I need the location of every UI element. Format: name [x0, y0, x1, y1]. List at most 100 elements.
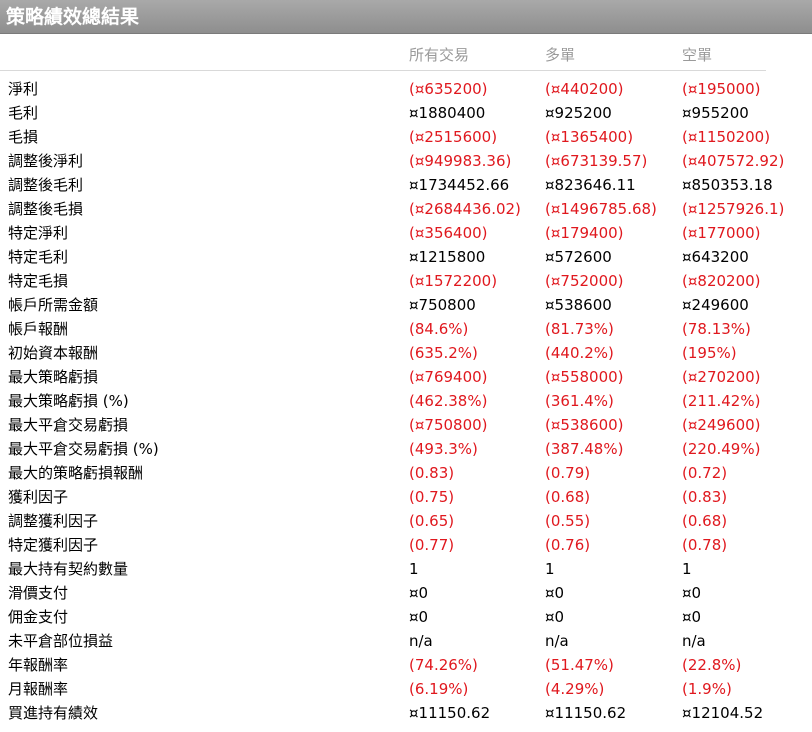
report-title: 策略績效總結果: [0, 0, 812, 34]
row-value: (0.83): [409, 464, 455, 482]
row-value: (493.3%): [409, 440, 478, 458]
row-value: (1.9%): [682, 680, 732, 698]
column-header-all-trades: 所有交易: [409, 46, 470, 64]
row-value: (¤635200): [409, 80, 488, 98]
row-label: 獲利因子: [8, 488, 69, 506]
row-value: (¤752000): [545, 272, 624, 290]
table-row: 最大策略虧損 (¤769400) (¤558000) (¤270200): [0, 365, 812, 389]
row-label: 未平倉部位損益: [8, 632, 114, 650]
row-value: (¤195000): [682, 80, 761, 98]
row-value: (0.78): [682, 536, 728, 554]
row-label: 特定獲利因子: [8, 536, 99, 554]
row-value: (6.19%): [409, 680, 469, 698]
row-value: (0.68): [682, 512, 728, 530]
row-label: 初始資本報酬: [8, 344, 99, 362]
row-label: 特定毛損: [8, 272, 69, 290]
row-value: (0.55): [545, 512, 591, 530]
row-label: 最大的策略虧損報酬: [8, 464, 144, 482]
row-label: 毛利: [8, 104, 39, 122]
row-label: 最大平倉交易虧損: [8, 416, 129, 434]
row-value: (81.73%): [545, 320, 614, 338]
row-label: 月報酬率: [8, 680, 69, 698]
row-value: (195%): [682, 344, 737, 362]
row-value: (¤270200): [682, 368, 761, 386]
row-value: (¤356400): [409, 224, 488, 242]
row-value: (¤1150200): [682, 128, 771, 146]
row-value: (¤1365400): [545, 128, 634, 146]
row-label: 最大策略虧損 (%): [8, 392, 129, 410]
row-label: 調整後毛利: [8, 176, 84, 194]
performance-summary-table: 所有交易 多單 空單 淨利 (¤635200) (¤440200) (¤195000)…: [0, 34, 812, 725]
row-value: ¤925200: [545, 104, 612, 122]
row-value: ¤0: [545, 584, 565, 602]
row-value: ¤11150.62: [409, 704, 491, 722]
row-value: (51.47%): [545, 656, 614, 674]
table-row: 調整後毛利 ¤1734452.66 ¤823646.11 ¤850353.18: [0, 173, 812, 197]
row-value: (¤177000): [682, 224, 761, 242]
row-label: 淨利: [8, 80, 39, 98]
row-value: (¤769400): [409, 368, 488, 386]
row-value: (¤179400): [545, 224, 624, 242]
row-value: (¤2684436.02): [409, 200, 521, 218]
row-label: 特定毛利: [8, 248, 69, 266]
table-row: 特定毛利 ¤1215800 ¤572600 ¤643200: [0, 245, 812, 269]
row-value: 1: [682, 560, 692, 578]
row-value: (0.76): [545, 536, 591, 554]
row-value: (¤407572.92): [682, 152, 785, 170]
row-label: 特定淨利: [8, 224, 69, 242]
row-value: (¤949983.36): [409, 152, 512, 170]
table-row: 未平倉部位損益 n/a n/a n/a: [0, 629, 812, 653]
table-row: 調整後淨利 (¤949983.36) (¤673139.57) (¤407572.92…: [0, 149, 812, 173]
table-header: 所有交易 多單 空單: [0, 34, 766, 71]
row-label: 帳戶報酬: [8, 320, 69, 338]
table-row: 特定獲利因子 (0.77) (0.76) (0.78): [0, 533, 812, 557]
table-row: 毛損 (¤2515600) (¤1365400) (¤1150200): [0, 125, 812, 149]
table-row: 毛利 ¤1880400 ¤925200 ¤955200: [0, 101, 812, 125]
row-value: (220.49%): [682, 440, 761, 458]
table-row: 帳戶所需金額 ¤750800 ¤538600 ¤249600: [0, 293, 812, 317]
row-value: ¤249600: [682, 296, 749, 314]
row-value: (0.75): [409, 488, 455, 506]
row-label: 帳戶所需金額: [8, 296, 99, 314]
row-label: 最大平倉交易虧損 (%): [8, 440, 159, 458]
table-row: 年報酬率 (74.26%) (51.47%) (22.8%): [0, 653, 812, 677]
row-value: n/a: [409, 632, 433, 650]
row-label: 調整獲利因子: [8, 512, 99, 530]
row-value: (¤750800): [409, 416, 488, 434]
row-value: (0.83): [682, 488, 728, 506]
row-value: ¤0: [545, 608, 565, 626]
row-value: ¤0: [682, 584, 702, 602]
row-value: ¤0: [682, 608, 702, 626]
table-row: 淨利 (¤635200) (¤440200) (¤195000): [0, 77, 812, 101]
row-value: (¤673139.57): [545, 152, 648, 170]
row-value: ¤1734452.66: [409, 176, 510, 194]
row-value: ¤955200: [682, 104, 749, 122]
row-value: ¤11150.62: [545, 704, 627, 722]
table-row: 買進持有績效 ¤11150.62 ¤11150.62 ¤12104.52: [0, 701, 812, 725]
row-value: (0.77): [409, 536, 455, 554]
row-value: ¤643200: [682, 248, 749, 266]
row-value: (74.26%): [409, 656, 478, 674]
row-value: ¤538600: [545, 296, 612, 314]
row-value: (0.68): [545, 488, 591, 506]
table-row: 最大平倉交易虧損 (¤750800) (¤538600) (¤249600): [0, 413, 812, 437]
table-body: 淨利 (¤635200) (¤440200) (¤195000) 毛利 ¤1880400 ¤…: [0, 77, 812, 725]
table-row: 最大策略虧損 (%) (462.38%) (361.4%) (211.42%): [0, 389, 812, 413]
row-label: 年報酬率: [8, 656, 69, 674]
row-label: 滑價支付: [8, 584, 69, 602]
row-value: (0.79): [545, 464, 591, 482]
column-header-long: 多單: [545, 46, 576, 64]
row-value: ¤12104.52: [682, 704, 764, 722]
column-header-short: 空單: [682, 46, 713, 64]
row-value: (211.42%): [682, 392, 761, 410]
row-value: (0.65): [409, 512, 455, 530]
row-label: 毛損: [8, 128, 39, 146]
row-value: n/a: [545, 632, 569, 650]
table-row: 調整後毛損 (¤2684436.02) (¤1496785.68) (¤1257926…: [0, 197, 812, 221]
row-value: (¤538600): [545, 416, 624, 434]
row-value: (0.72): [682, 464, 728, 482]
row-value: n/a: [682, 632, 706, 650]
row-value: (¤440200): [545, 80, 624, 98]
row-value: ¤750800: [409, 296, 476, 314]
table-row: 最大平倉交易虧損 (%) (493.3%) (387.48%) (220.49%): [0, 437, 812, 461]
